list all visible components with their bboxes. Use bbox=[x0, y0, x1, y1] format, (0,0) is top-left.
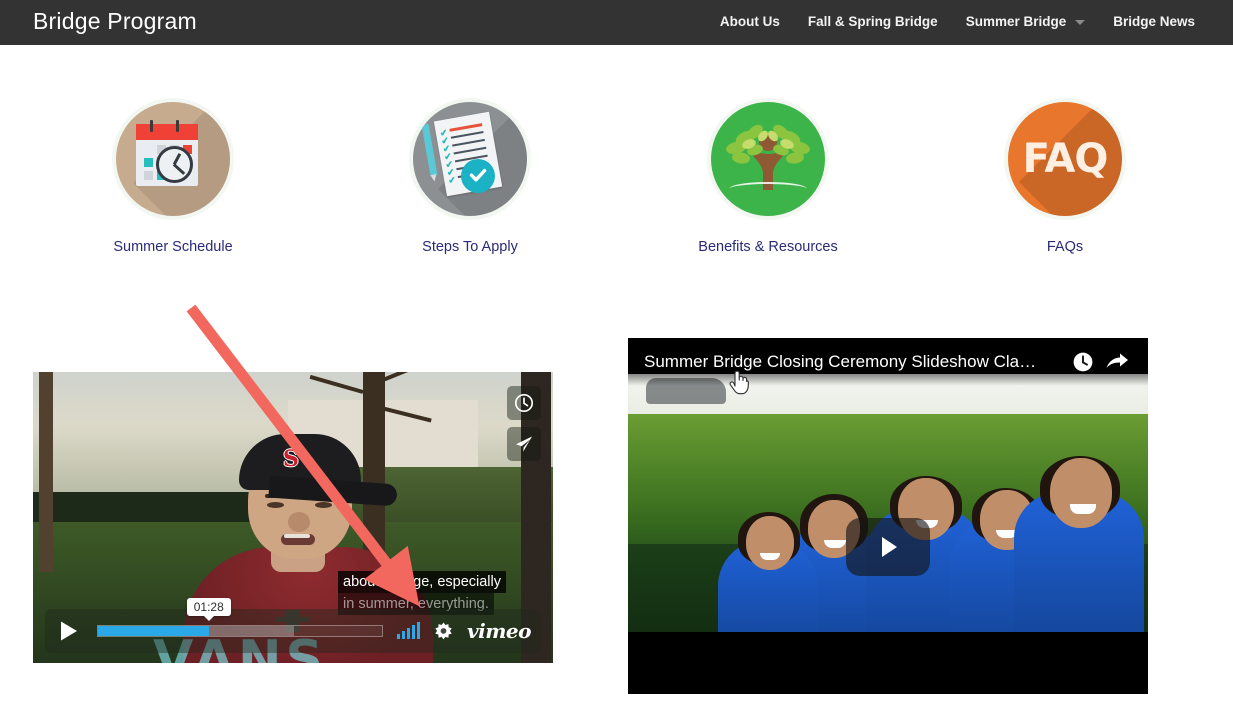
quick-link-benefits-resources[interactable]: Benefits & Resources bbox=[653, 102, 883, 255]
quick-link-label[interactable]: FAQs bbox=[950, 239, 1180, 255]
vimeo-overlay-buttons bbox=[507, 386, 541, 461]
calendar-cell bbox=[144, 158, 153, 167]
faq-badge-text: FAQ bbox=[1022, 136, 1109, 182]
quick-link-steps-to-apply[interactable]: ✔ ✔ ✔ ✔ ✔ ✔ ✔ Steps To Apply bbox=[355, 102, 585, 255]
video-title[interactable]: Summer Bridge Closing Ceremony Slideshow… bbox=[644, 352, 1066, 372]
watch-later-clock-icon[interactable] bbox=[507, 386, 541, 420]
nav-item-fall-spring-bridge[interactable]: Fall & Spring Bridge bbox=[794, 13, 952, 31]
nav-item-label: Fall & Spring Bridge bbox=[807, 14, 938, 29]
main-navigation: About Us Fall & Spring Bridge Summer Bri… bbox=[706, 13, 1209, 31]
quick-link-faqs[interactable]: FAQ FAQs bbox=[950, 102, 1180, 255]
vimeo-control-bar: 01:28 vimeo bbox=[45, 598, 541, 653]
chevron-down-icon bbox=[1075, 19, 1086, 25]
caption-line: about college, especially bbox=[338, 570, 506, 593]
youtube-title-bar: Summer Bridge Closing Ceremony Slideshow… bbox=[628, 338, 1148, 386]
quick-link-label[interactable]: Steps To Apply bbox=[355, 239, 585, 255]
calendar-cell bbox=[144, 171, 153, 180]
nav-item-label: About Us bbox=[719, 14, 780, 29]
checkmark-badge-icon bbox=[461, 159, 495, 193]
quick-link-summer-schedule[interactable]: Summer Schedule bbox=[58, 102, 288, 255]
vimeo-video-player[interactable]: S VANS about college, especially in summ… bbox=[33, 372, 553, 663]
quick-link-label[interactable]: Benefits & Resources bbox=[653, 239, 883, 255]
calendar-header bbox=[136, 124, 198, 140]
youtube-video-player[interactable]: Summer Bridge Closing Ceremony Slideshow… bbox=[628, 338, 1148, 694]
calendar-ring-icon bbox=[176, 120, 179, 132]
calendar-ring-icon bbox=[150, 120, 153, 132]
vimeo-logo[interactable]: vimeo bbox=[467, 619, 531, 643]
share-paper-plane-icon[interactable] bbox=[507, 427, 541, 461]
progress-scrubber[interactable]: 01:28 bbox=[97, 598, 384, 637]
sdsu-cap-logo: S bbox=[283, 446, 299, 472]
nav-item-label: Summer Bridge bbox=[965, 14, 1067, 29]
tree-person-icon[interactable] bbox=[711, 102, 825, 216]
quick-link-label[interactable]: Summer Schedule bbox=[58, 239, 288, 255]
nav-item-bridge-news[interactable]: Bridge News bbox=[1099, 13, 1209, 31]
play-icon[interactable] bbox=[846, 518, 930, 576]
progress-played bbox=[98, 626, 209, 636]
share-arrow-icon[interactable] bbox=[1100, 345, 1134, 379]
time-tooltip: 01:28 bbox=[186, 598, 231, 621]
volume-bars-icon[interactable] bbox=[397, 622, 421, 639]
letterbox-bar bbox=[628, 632, 1148, 668]
quick-links-row: Summer Schedule ✔ ✔ ✔ ✔ ✔ ✔ ✔ Steps To A… bbox=[0, 102, 1233, 267]
gear-icon[interactable] bbox=[434, 621, 453, 641]
clock-hand-hour bbox=[173, 163, 186, 175]
play-icon[interactable] bbox=[55, 617, 83, 645]
ground-line bbox=[729, 182, 807, 196]
site-header: Bridge Program About Us Fall & Spring Br… bbox=[0, 0, 1233, 45]
site-brand[interactable]: Bridge Program bbox=[33, 8, 197, 35]
clock-face-icon bbox=[156, 146, 193, 183]
nav-item-summer-bridge[interactable]: Summer Bridge bbox=[952, 13, 1100, 31]
nav-item-about-us[interactable]: About Us bbox=[706, 13, 794, 31]
calendar-clock-icon[interactable] bbox=[116, 102, 230, 216]
faq-icon[interactable]: FAQ bbox=[1008, 102, 1122, 216]
nav-item-label: Bridge News bbox=[1113, 14, 1195, 29]
watch-later-clock-icon[interactable] bbox=[1066, 345, 1100, 379]
checklist-icon[interactable]: ✔ ✔ ✔ ✔ ✔ ✔ ✔ bbox=[413, 102, 527, 216]
